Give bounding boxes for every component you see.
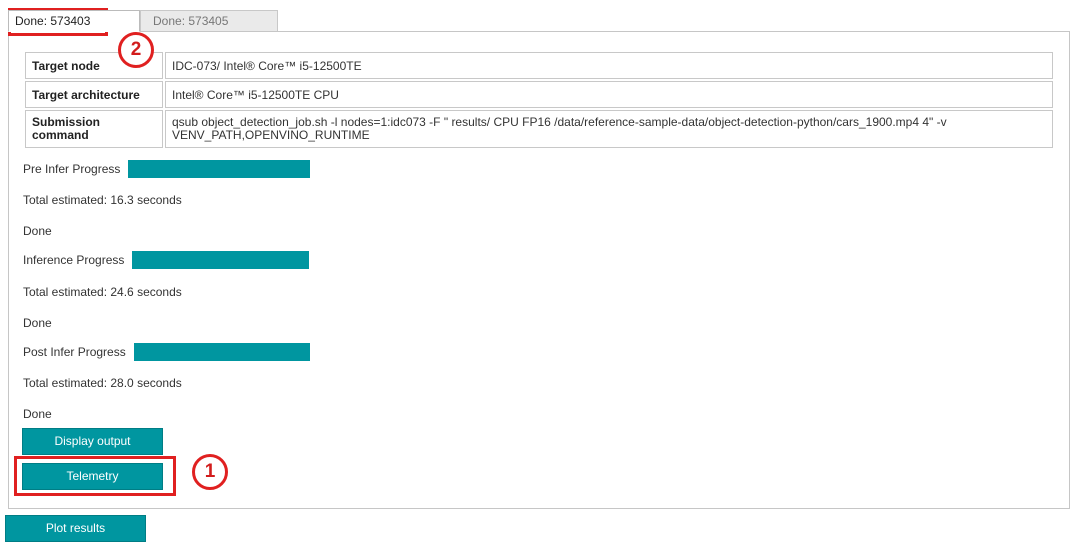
post-infer-progress-label: Post Infer Progress xyxy=(23,345,126,359)
target-architecture-label: Target architecture xyxy=(25,81,163,108)
pre-infer-progress-row: Pre Infer Progress xyxy=(23,160,311,178)
target-architecture-value: Intel® Core™ i5-12500TE CPU xyxy=(165,81,1053,108)
pre-infer-progress-label: Pre Infer Progress xyxy=(23,162,121,176)
post-infer-status: Done xyxy=(23,407,52,421)
post-infer-estimate: Total estimated: 28.0 seconds xyxy=(23,376,182,390)
post-infer-progress-row: Post Infer Progress xyxy=(23,343,310,361)
pre-infer-estimate: Total estimated: 16.3 seconds xyxy=(23,193,182,207)
pre-infer-progress-bar xyxy=(128,160,311,178)
telemetry-highlight-box xyxy=(14,456,176,496)
job-panel: Target node IDC-073/ Intel® Core™ i5-125… xyxy=(8,31,1070,509)
display-output-button[interactable]: Display output xyxy=(22,428,163,455)
submission-command-value: qsub object_detection_job.sh -l nodes=1:… xyxy=(165,110,1053,148)
table-row: Submission command qsub object_detection… xyxy=(25,110,1053,148)
post-infer-progress-bar xyxy=(133,343,310,361)
inference-progress-row: Inference Progress xyxy=(23,251,310,269)
inference-status: Done xyxy=(23,316,52,330)
table-row: Target node IDC-073/ Intel® Core™ i5-125… xyxy=(25,52,1053,79)
plot-results-button[interactable]: Plot results xyxy=(5,515,146,542)
annotation-badge-1: 1 xyxy=(192,454,228,490)
tab-job-573405[interactable]: Done: 573405 xyxy=(140,10,278,32)
inference-progress-bar xyxy=(132,251,310,269)
table-row: Target architecture Intel® Core™ i5-1250… xyxy=(25,81,1053,108)
submission-command-label: Submission command xyxy=(25,110,163,148)
job-info-table: Target node IDC-073/ Intel® Core™ i5-125… xyxy=(23,50,1055,150)
tab-job-573403[interactable]: Done: 573403 xyxy=(8,10,140,32)
inference-estimate: Total estimated: 24.6 seconds xyxy=(23,285,182,299)
pre-infer-status: Done xyxy=(23,224,52,238)
target-node-value: IDC-073/ Intel® Core™ i5-12500TE xyxy=(165,52,1053,79)
annotation-badge-2: 2 xyxy=(118,32,154,68)
inference-progress-label: Inference Progress xyxy=(23,253,125,267)
